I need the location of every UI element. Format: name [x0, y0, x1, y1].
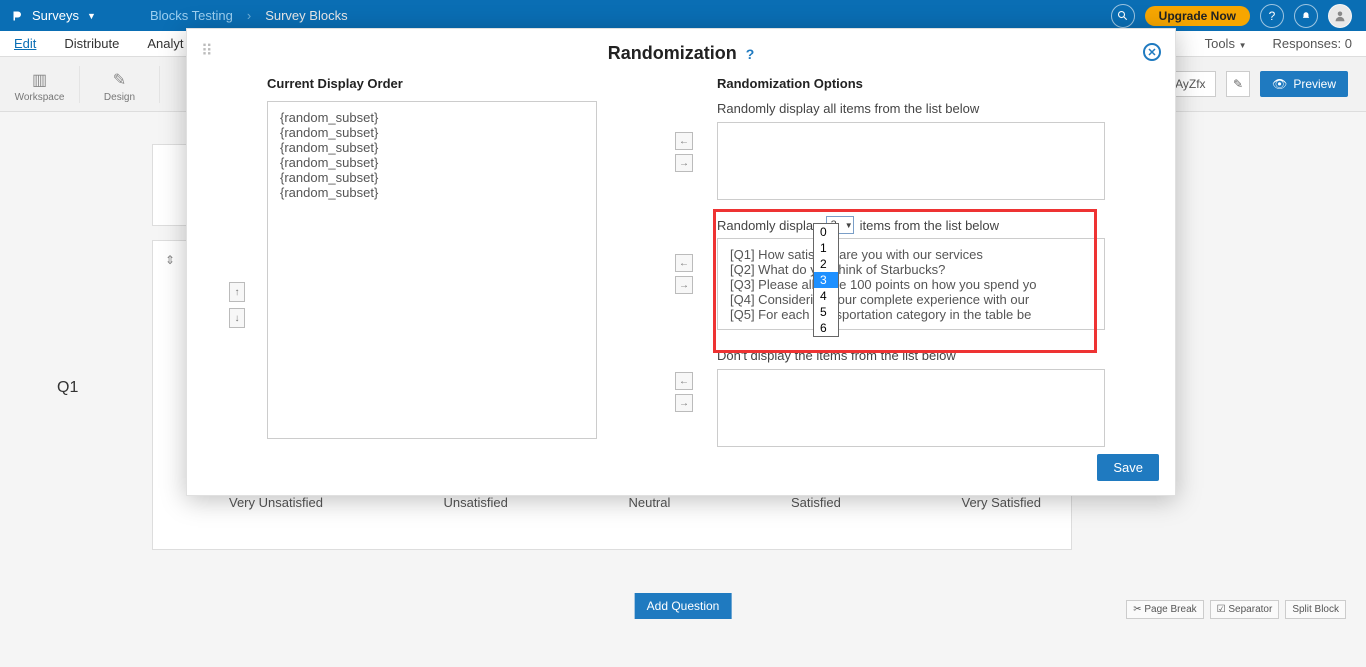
- drag-handle-icon[interactable]: ⠿: [201, 41, 213, 61]
- random-prefix: Randomly display: [717, 218, 820, 233]
- save-button[interactable]: Save: [1097, 454, 1159, 481]
- design-icon: ✎: [80, 70, 159, 90]
- page-break-button[interactable]: ✂ Page Break: [1126, 600, 1203, 619]
- list-item[interactable]: {random_subset}: [280, 140, 584, 155]
- display-order-list[interactable]: {random_subset} {random_subset} {random_…: [267, 101, 597, 439]
- dont-display-label: Don't display the items from the list be…: [717, 348, 1105, 363]
- move-right-icon[interactable]: →: [675, 154, 693, 172]
- avatar[interactable]: [1328, 4, 1352, 28]
- right-heading: Randomization Options: [717, 76, 1105, 91]
- collapse-icon[interactable]: ⇕: [165, 253, 175, 267]
- left-heading: Current Display Order: [267, 76, 597, 91]
- list-item[interactable]: {random_subset}: [280, 185, 584, 200]
- responses-count: Responses: 0: [1273, 36, 1353, 51]
- help-icon[interactable]: ?: [1260, 4, 1284, 28]
- scale-option[interactable]: Very Unsatisfied: [229, 495, 323, 510]
- tab-edit[interactable]: Edit: [14, 36, 36, 51]
- eye-icon: 👁: [1272, 77, 1287, 91]
- move-right-icon[interactable]: →: [675, 276, 693, 294]
- notifications-icon[interactable]: [1294, 4, 1318, 28]
- count-dropdown[interactable]: 0 1 2 3 4 5 6: [813, 223, 839, 337]
- add-question-button[interactable]: Add Question: [635, 593, 732, 619]
- edit-url-button[interactable]: ✎: [1226, 71, 1250, 97]
- help-icon[interactable]: ?: [746, 46, 755, 62]
- tools-menu[interactable]: Tools ▼: [1205, 36, 1247, 51]
- randomization-modal: ⠿ Randomization ? ✕ ↑ ↓ Current Display …: [186, 28, 1176, 496]
- move-left-icon[interactable]: ←: [675, 254, 693, 272]
- modal-title: Randomization ?: [187, 29, 1175, 70]
- dropdown-option[interactable]: 5: [814, 304, 838, 320]
- move-up-button[interactable]: ↑: [229, 282, 245, 302]
- dropdown-option[interactable]: 2: [814, 256, 838, 272]
- logo-icon: [12, 10, 24, 22]
- move-left-icon[interactable]: ←: [675, 132, 693, 150]
- list-item[interactable]: [Q2] What do you think of Starbucks?: [730, 262, 1092, 277]
- scale-option[interactable]: Neutral: [628, 495, 670, 510]
- breadcrumb-project[interactable]: Blocks Testing: [150, 8, 233, 23]
- separator-button[interactable]: ☑ Separator: [1210, 600, 1280, 619]
- move-right-icon[interactable]: →: [675, 394, 693, 412]
- scale-option[interactable]: Very Satisfied: [961, 495, 1041, 510]
- dropdown-option[interactable]: 4: [814, 288, 838, 304]
- move-left-icon[interactable]: ←: [675, 372, 693, 390]
- random-suffix: items from the list below: [860, 218, 999, 233]
- display-all-label: Randomly display all items from the list…: [717, 101, 1105, 116]
- list-item[interactable]: {random_subset}: [280, 155, 584, 170]
- tool-workspace[interactable]: ▥Workspace: [0, 66, 80, 103]
- preview-button[interactable]: 👁Preview: [1260, 71, 1348, 97]
- chevron-down-icon: ▼: [1239, 41, 1247, 50]
- top-bar: Surveys ▼ Blocks Testing › Survey Blocks…: [0, 0, 1366, 31]
- breadcrumb-page: Survey Blocks: [265, 8, 347, 23]
- scale-option[interactable]: Unsatisfied: [444, 495, 508, 510]
- likert-scale: Very Unsatisfied Unsatisfied Neutral Sat…: [229, 495, 1071, 510]
- move-down-button[interactable]: ↓: [229, 308, 245, 328]
- scale-option[interactable]: Satisfied: [791, 495, 841, 510]
- split-block-button[interactable]: Split Block: [1285, 600, 1346, 619]
- chevron-down-icon: ▼: [87, 11, 96, 21]
- display-all-list[interactable]: [717, 122, 1105, 200]
- dropdown-option[interactable]: 0: [814, 224, 838, 240]
- dropdown-option[interactable]: 6: [814, 320, 838, 336]
- dropdown-option[interactable]: 3: [814, 272, 838, 288]
- dont-display-list[interactable]: [717, 369, 1105, 447]
- list-item[interactable]: {random_subset}: [280, 125, 584, 140]
- breadcrumb-separator-icon: ›: [247, 8, 251, 23]
- random-subset-list[interactable]: [Q1] How satisfied are you with our serv…: [717, 238, 1105, 330]
- brand-menu[interactable]: Surveys ▼: [0, 8, 128, 23]
- close-button[interactable]: ✕: [1143, 43, 1161, 61]
- tab-analytics[interactable]: Analyt: [147, 36, 183, 51]
- list-item[interactable]: [Q3] Please allocate 100 points on how y…: [730, 277, 1092, 292]
- breadcrumb: Blocks Testing › Survey Blocks: [128, 8, 348, 23]
- chevron-down-icon: ▼: [845, 221, 853, 230]
- search-icon[interactable]: [1111, 4, 1135, 28]
- brand-label: Surveys: [32, 8, 79, 23]
- question-label: Q1: [57, 379, 78, 397]
- workspace-icon: ▥: [0, 70, 79, 90]
- list-item[interactable]: [Q1] How satisfied are you with our serv…: [730, 247, 1092, 262]
- list-item[interactable]: {random_subset}: [280, 170, 584, 185]
- upgrade-button[interactable]: Upgrade Now: [1145, 6, 1250, 26]
- list-item[interactable]: [Q4] Considering your complete experienc…: [730, 292, 1092, 307]
- dropdown-option[interactable]: 1: [814, 240, 838, 256]
- list-item[interactable]: [Q5] For each transportation category in…: [730, 307, 1092, 322]
- tab-distribute[interactable]: Distribute: [64, 36, 119, 51]
- list-item[interactable]: {random_subset}: [280, 110, 584, 125]
- tool-design[interactable]: ✎Design: [80, 66, 160, 103]
